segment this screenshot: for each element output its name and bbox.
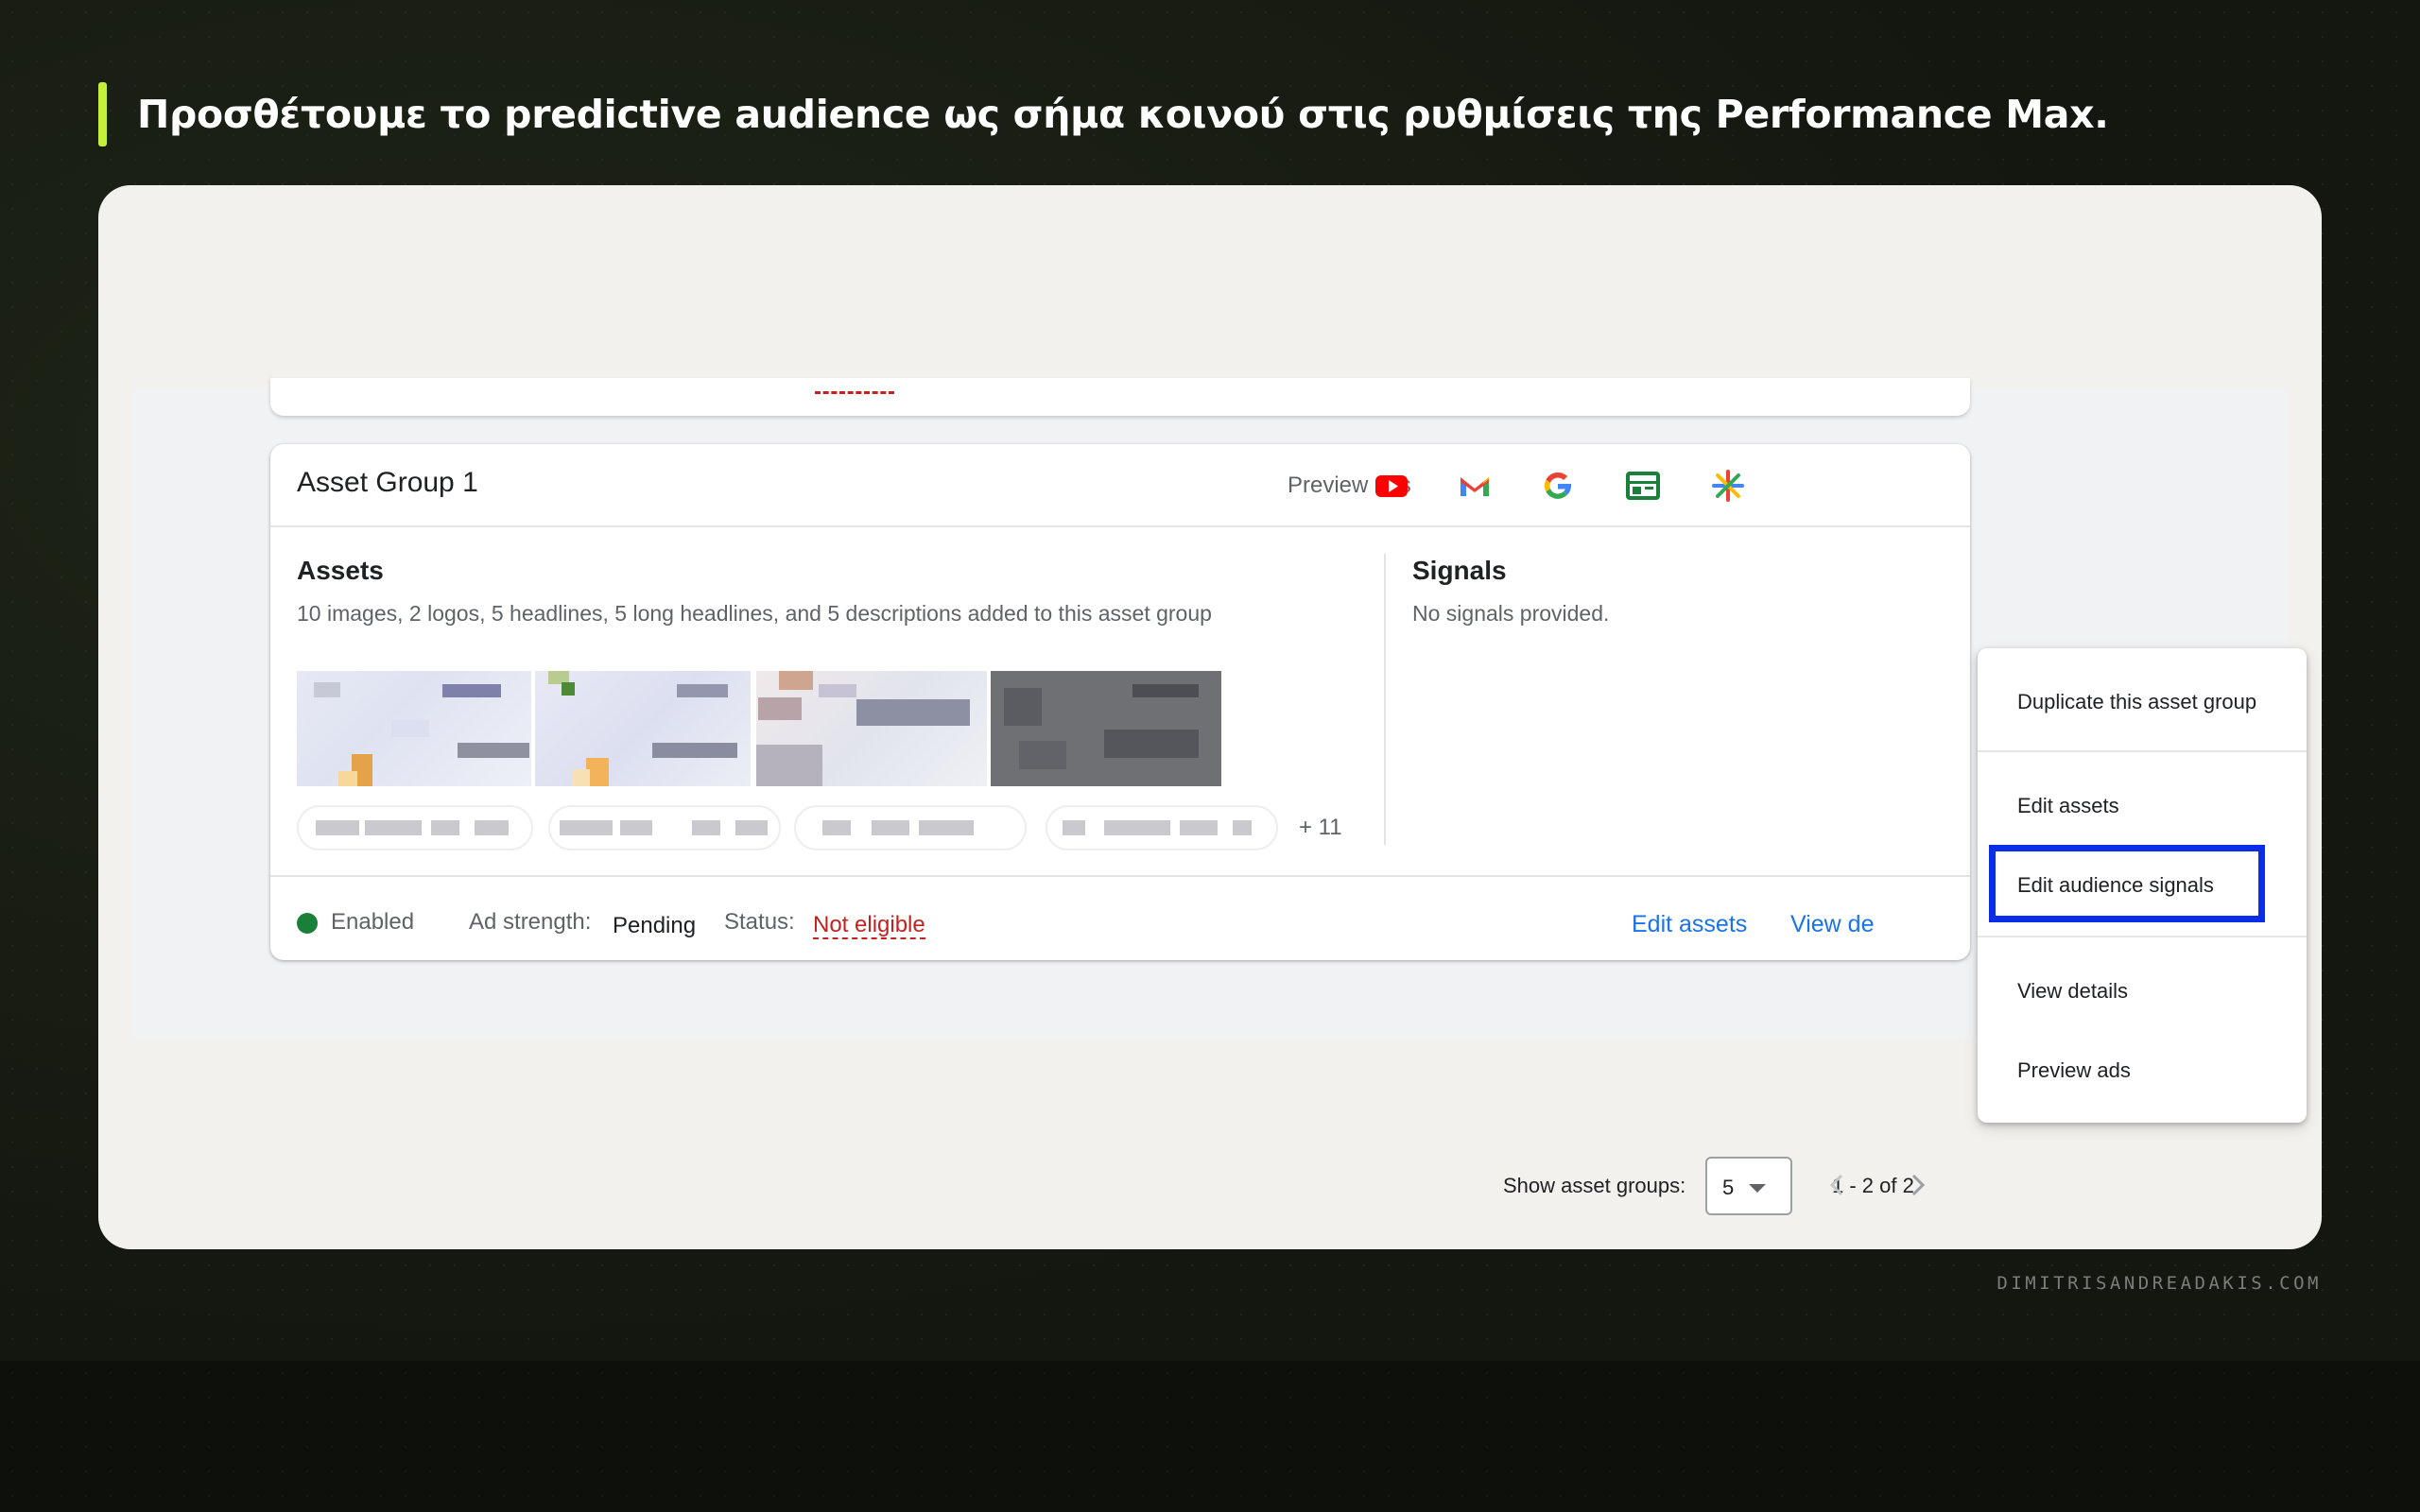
asset-group-title: Asset Group 1 (297, 467, 478, 498)
asset-text-chip[interactable] (794, 805, 1027, 850)
chevron-right-icon[interactable] (1902, 1170, 1932, 1200)
display-icon[interactable] (1624, 467, 1662, 505)
signals-section: Signals No signals provided. (1412, 556, 1885, 627)
status-underline (815, 391, 894, 394)
menu-item-preview-ads[interactable]: Preview ads (2017, 1058, 2131, 1083)
asset-group-card: Asset Group 1 Preview ads Assets 10 imag… (270, 444, 1970, 960)
menu-item-duplicate-asset-group[interactable]: Duplicate this asset group (2017, 690, 2256, 714)
signals-description: No signals provided. (1412, 601, 1610, 626)
asset-thumbnail[interactable] (535, 671, 751, 786)
youtube-icon[interactable] (1373, 467, 1410, 505)
caret-down-icon (1749, 1184, 1766, 1193)
menu-divider (1978, 750, 2307, 752)
chevron-left-icon[interactable] (1823, 1170, 1853, 1200)
status-value[interactable]: Not eligible (813, 913, 925, 939)
google-icon[interactable] (1539, 467, 1577, 505)
previous-asset-group-card (270, 378, 1970, 416)
bottom-band (0, 1361, 2420, 1512)
blurred-image-3 (756, 671, 970, 786)
view-details-link[interactable]: View de (1790, 911, 1875, 938)
status-label: Status: (724, 909, 795, 935)
column-divider (1384, 554, 1386, 845)
more-assets-count[interactable]: + 11 (1299, 815, 1342, 841)
brand-watermark: DIMITRISANDREADAKIS.COM (1996, 1273, 2322, 1294)
assets-title: Assets (297, 556, 384, 585)
asset-text-chip[interactable] (297, 805, 533, 850)
signals-title: Signals (1412, 556, 1507, 585)
asset-thumbnail[interactable] (297, 671, 531, 786)
menu-item-edit-assets[interactable]: Edit assets (2017, 794, 2119, 818)
asset-text-chip[interactable] (1046, 805, 1278, 850)
assets-section: Assets 10 images, 2 logos, 5 headlines, … (297, 556, 1384, 627)
asset-thumbnail[interactable] (991, 671, 1221, 786)
google-ads-screenshot: Asset Group 1 Preview ads Assets 10 imag… (132, 378, 2288, 1215)
accent-bar (98, 82, 107, 146)
asset-group-footer: Enabled Ad strength: Pending Status: Not… (270, 875, 1970, 960)
assets-description: 10 images, 2 logos, 5 headlines, 5 long … (297, 601, 1212, 626)
blurred-image-4 (1004, 684, 1199, 769)
blurred-image-2 (548, 671, 737, 786)
menu-item-edit-audience-signals[interactable]: Edit audience signals (2017, 873, 2214, 898)
asset-thumbnail[interactable] (756, 671, 987, 786)
page-size-value: 5 (1722, 1176, 1735, 1199)
blurred-image-1 (314, 682, 529, 786)
slide-heading: Προσθέτουμε το predictive audience ως σή… (98, 81, 2109, 147)
enabled-status-dot (297, 913, 318, 934)
enabled-status[interactable]: Enabled (331, 909, 414, 936)
asset-group-context-menu: Duplicate this asset group Edit assets E… (1978, 648, 2307, 1123)
menu-divider (1978, 936, 2307, 937)
ad-strength-value: Pending (613, 913, 697, 938)
asset-text-chip[interactable] (548, 805, 781, 850)
menu-item-view-details[interactable]: View details (2017, 979, 2128, 1004)
discover-icon[interactable] (1709, 467, 1747, 505)
ad-strength-label: Ad strength: (469, 909, 592, 935)
page-size-select[interactable]: 5 (1705, 1157, 1792, 1215)
asset-group-header: Asset Group 1 Preview ads (270, 444, 1970, 527)
screenshot-card: Asset Group 1 Preview ads Assets 10 imag… (98, 185, 2322, 1249)
show-asset-groups-label: Show asset groups: (1503, 1174, 1686, 1197)
gmail-icon[interactable] (1456, 467, 1494, 505)
edit-assets-link[interactable]: Edit assets (1632, 911, 1747, 938)
heading-text: Προσθέτουμε το predictive audience ως σή… (137, 92, 2109, 137)
